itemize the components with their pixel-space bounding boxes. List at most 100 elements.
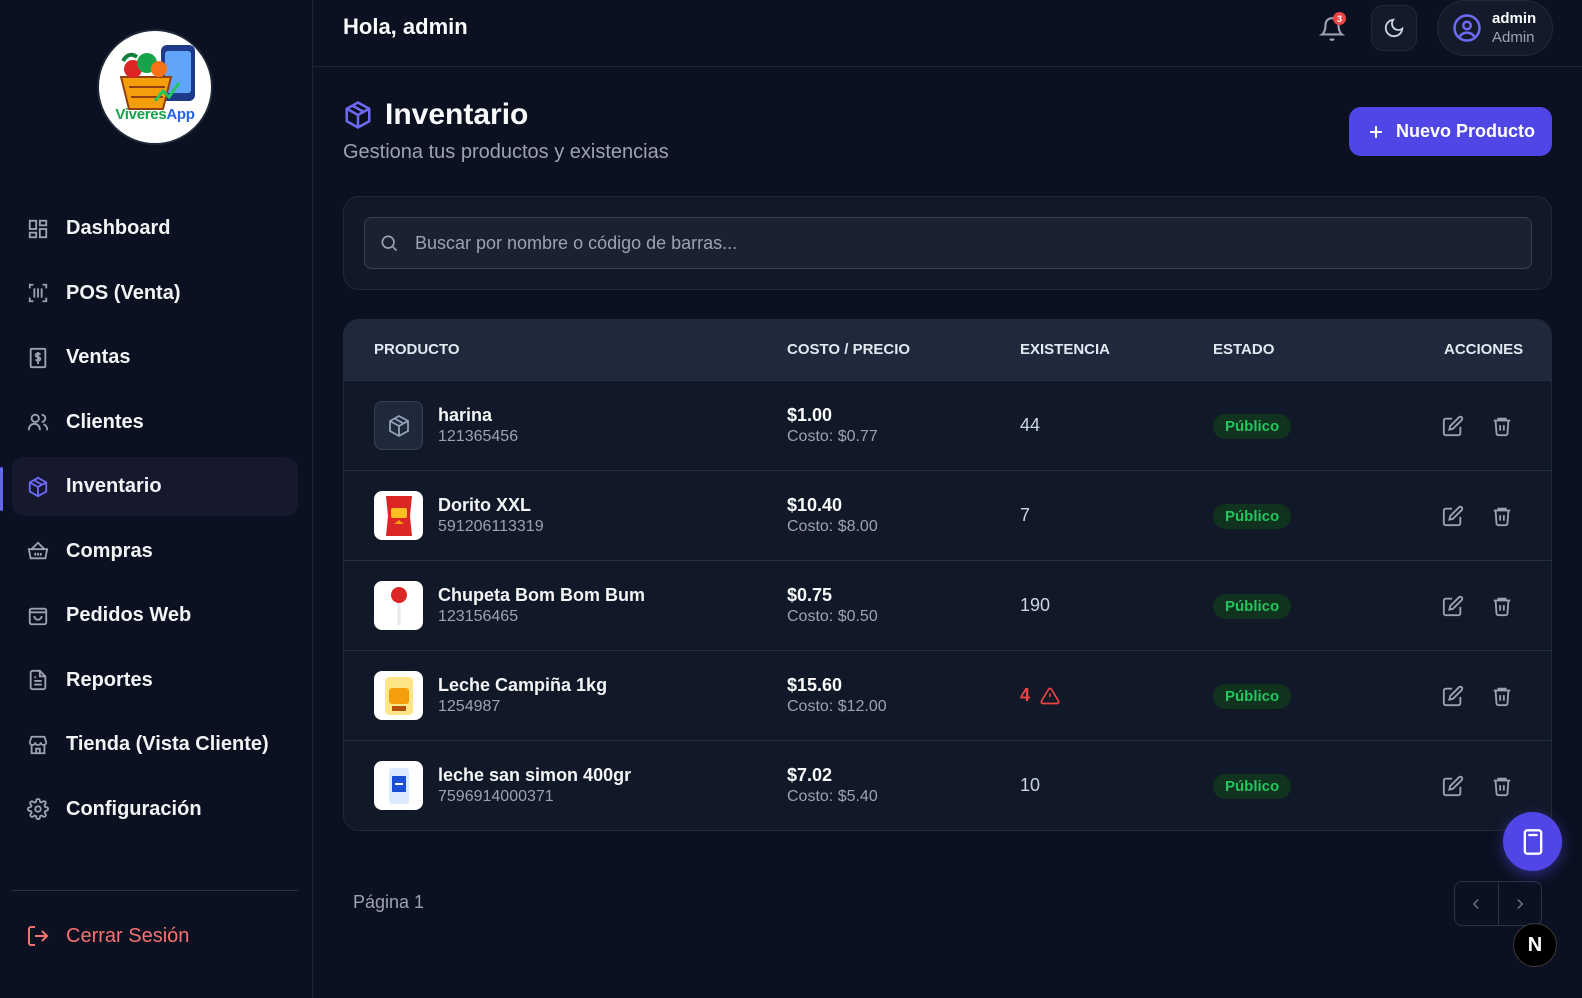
trash-icon (1493, 507, 1511, 527)
user-name: admin (1492, 10, 1537, 27)
product-price: $0.75 (787, 585, 833, 605)
package-icon (345, 101, 371, 129)
notification-badge: 3 (1333, 12, 1346, 25)
package-icon (388, 414, 409, 437)
status-badge: Público (1213, 414, 1292, 439)
delete-button[interactable] (1491, 685, 1513, 707)
status-badge: Público (1213, 684, 1292, 709)
product-cost: Costo: $0.77 (787, 428, 878, 445)
delete-button[interactable] (1491, 595, 1513, 617)
sidebar-item-label: POS (Venta) (66, 281, 181, 304)
sidebar-item-label: Configuración (66, 797, 202, 820)
sidebar-item-label: Compras (66, 539, 153, 562)
sidebar-item-pos[interactable]: POS (Venta) (12, 264, 298, 323)
greeting-text: Hola, admin (343, 14, 468, 39)
chevron-right-icon (1516, 898, 1524, 909)
column-header-acciones: ACCIONES (1444, 341, 1524, 358)
dollar-receipt-icon (26, 346, 50, 370)
user-menu[interactable]: admin Admin (1437, 0, 1553, 56)
search-card (343, 196, 1552, 290)
sidebar-item-label: Pedidos Web (66, 604, 192, 626)
logout-icon (28, 926, 49, 946)
gear-icon (26, 797, 50, 821)
calculator-button[interactable] (1503, 812, 1562, 871)
product-barcode: 1254987 (438, 698, 501, 715)
logout-button[interactable]: Cerrar Sesión (26, 924, 189, 948)
product-price: $15.60 (787, 675, 843, 695)
new-product-button[interactable]: Nuevo Producto (1349, 107, 1552, 156)
product-barcode: 123156465 (438, 608, 519, 625)
barcode-scan-icon (26, 281, 50, 305)
nextjs-dev-badge[interactable]: N (1513, 923, 1557, 967)
delete-button[interactable] (1491, 775, 1513, 797)
product-name: leche san simon 400gr (438, 765, 632, 785)
product-thumbnail (374, 671, 423, 720)
sidebar-item-ventas[interactable]: Ventas (12, 328, 298, 387)
edit-button[interactable] (1442, 505, 1464, 527)
notifications-button[interactable]: 3 (1317, 12, 1349, 44)
shopping-bag-icon (26, 604, 50, 628)
sidebar-item-tienda[interactable]: Tienda (Vista Cliente) (12, 715, 298, 774)
edit-button[interactable] (1442, 685, 1464, 707)
user-role: Admin (1492, 29, 1535, 46)
table-row: Chupeta Bom Bom Bum 123156465 $0.75 Cost… (344, 560, 1551, 650)
edit-button[interactable] (1442, 415, 1464, 437)
column-header-estado: ESTADO (1213, 341, 1275, 358)
store-icon (26, 733, 50, 757)
edit-icon (1442, 415, 1464, 437)
edit-icon (1442, 595, 1464, 617)
theme-toggle-button[interactable] (1371, 5, 1417, 51)
delete-button[interactable] (1491, 505, 1513, 527)
trash-icon (1493, 777, 1511, 797)
users-icon (26, 410, 50, 434)
trash-icon (1493, 417, 1511, 437)
sidebar-item-inventario[interactable]: Inventario (12, 457, 298, 516)
sidebar-item-clientes[interactable]: Clientes (12, 393, 298, 452)
search-input[interactable] (415, 232, 1531, 254)
search-icon (381, 235, 398, 252)
edit-button[interactable] (1442, 775, 1464, 797)
warning-triangle-icon (1040, 687, 1060, 704)
table-row: Dorito XXL 591206113319 $10.40 Costo: $8… (344, 470, 1551, 560)
previous-page-button[interactable] (1455, 882, 1499, 925)
calculator-icon (1523, 828, 1542, 855)
sidebar-item-dashboard[interactable]: Dashboard (12, 199, 298, 258)
edit-button[interactable] (1442, 595, 1464, 617)
edit-icon (1442, 685, 1464, 707)
top-header: Hola, admin 3 admin Admin (313, 0, 1582, 67)
table-row: leche san simon 400gr 7596914000371 $7.0… (344, 740, 1551, 830)
sidebar-item-reportes[interactable]: Reportes (12, 651, 298, 710)
product-stock: 10 (1020, 775, 1041, 795)
table-header: PRODUCTO COSTO / PRECIO EXISTENCIA ESTAD… (344, 320, 1551, 380)
status-badge: Público (1213, 774, 1292, 799)
product-barcode: 7596914000371 (438, 788, 554, 805)
pagination-label: Página 1 (353, 892, 425, 912)
grocery-basket-logo-icon (119, 45, 195, 110)
product-name: Leche Campiña 1kg (438, 675, 608, 695)
sidebar-item-compras[interactable]: Compras (12, 522, 298, 581)
product-barcode: 121365456 (438, 428, 519, 445)
sidebar-item-pedidos-web[interactable]: Pedidos Web (12, 586, 298, 645)
product-stock-low: 4 (1020, 685, 1060, 706)
product-stock: 7 (1020, 505, 1031, 525)
delete-button[interactable] (1491, 415, 1513, 437)
table-row: harina 121365456 $1.00 Costo: $0.77 44 P… (344, 380, 1551, 470)
sidebar-item-label: Tienda (Vista Cliente) (66, 733, 269, 755)
product-thumbnail (374, 491, 423, 540)
package-icon (26, 475, 50, 499)
logout-label: Cerrar Sesión (66, 924, 190, 947)
inventory-table: PRODUCTO COSTO / PRECIO EXISTENCIA ESTAD… (343, 319, 1552, 831)
sidebar-item-configuracion[interactable]: Configuración (12, 780, 298, 839)
sidebar-nav: Dashboard POS (Venta) Ventas Clientes In… (12, 199, 298, 844)
sidebar: ViveresApp Dashboard POS (Venta) Ventas (0, 0, 313, 998)
page-title: Inventario (343, 98, 528, 132)
next-page-button[interactable] (1499, 882, 1542, 925)
sidebar-item-label: Inventario (66, 475, 162, 497)
product-barcode: 591206113319 (438, 518, 544, 535)
search-box (364, 217, 1532, 269)
sidebar-item-label: Dashboard (66, 217, 171, 239)
app-logo[interactable]: ViveresApp (97, 29, 213, 145)
logo-text: ViveresApp (115, 106, 195, 123)
product-cost: Costo: $12.00 (787, 698, 887, 715)
product-stock: 44 (1020, 415, 1041, 435)
